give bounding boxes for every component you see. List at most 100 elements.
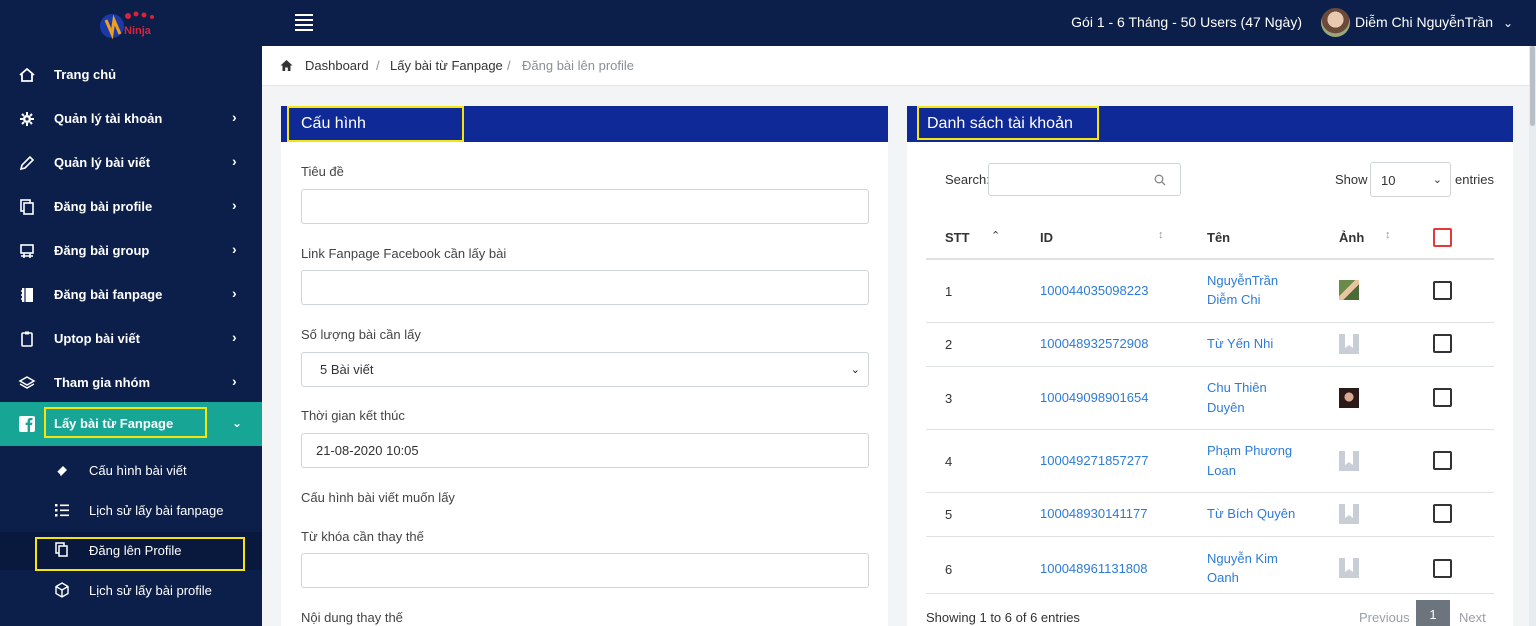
row-stt: 6 [945,562,953,577]
column-header-name[interactable]: Tên [1207,230,1230,245]
row-checkbox[interactable] [1433,388,1452,407]
row-name-link[interactable]: Từ Yến Nhi [1207,334,1273,353]
page-length-select[interactable]: 10 ⌄ [1370,162,1451,197]
row-id-link[interactable]: 100049098901654 [1040,388,1148,407]
home-icon [19,67,35,82]
sort-icon[interactable]: ↕ [1158,229,1164,241]
breadcrumb-current: Đăng bài lên profile [522,58,635,73]
accounts-panel-title: Danh sách tài khoản [927,115,1073,132]
fanpage-link-input[interactable] [301,270,869,305]
row-stt: 4 [945,454,953,469]
logo-text: Ninja [124,25,152,37]
sidebar-item-accounts[interactable]: Quản lý tài khoản › [0,97,262,141]
accounts-panel-header: Danh sách tài khoản [907,106,1513,142]
search-label: Search: [945,172,990,187]
page-length-value: 10 [1381,173,1396,188]
row-id-link[interactable]: 100049271857277 [1040,451,1148,470]
gear-icon [20,112,34,126]
column-header-avatar[interactable]: Ảnh [1339,230,1364,245]
scrollbar-thumb[interactable] [1530,46,1535,126]
row-id-link[interactable]: 100048932572908 [1040,334,1148,353]
row-name-link[interactable]: NguyễnTrần [1207,271,1278,290]
row-name-link[interactable]: Duyên [1207,398,1245,417]
chevron-down-icon: ⌄ [850,364,860,376]
sidebar-item-label: Quản lý bài viết [54,155,151,170]
row-checkbox[interactable] [1433,451,1452,470]
home-icon[interactable] [280,59,293,72]
row-name-link[interactable]: Loan [1207,461,1236,480]
sidebar-subitem-fanpage-history[interactable]: Lịch sử lấy bài fanpage [0,492,262,530]
sidebar-subitem-post-config[interactable]: Cấu hình bài viết [0,452,262,490]
title-input[interactable] [301,189,869,224]
row-stt: 1 [945,284,953,299]
post-count-select[interactable]: 5 Bài viết ⌄ [301,352,869,387]
row-checkbox[interactable] [1433,334,1452,353]
breadcrumb-dashboard[interactable]: Dashboard [305,58,369,73]
row-stt: 3 [945,391,953,406]
show-label: Show [1335,172,1368,187]
sidebar-item-label: Trang chủ [54,67,117,82]
row-name-link[interactable]: Chu Thiên [1207,378,1267,397]
sidebar-subitem-label: Cấu hình bài viết [89,463,187,478]
eraser-icon [56,466,67,476]
sidebar-item-label: Đăng bài profile [54,199,153,214]
layers-icon [18,376,36,389]
row-name-link[interactable]: Từ Bích Quyên [1207,504,1295,523]
sidebar-item-join-group[interactable]: Tham gia nhóm › [0,361,262,405]
copy-icon [55,542,68,557]
row-name-link[interactable]: Phạm Phương [1207,441,1292,460]
chevron-right-icon: › [232,285,237,301]
sidebar-subitem-profile-history[interactable]: Lịch sử lấy bài profile [0,572,262,610]
avatar-photo [1339,388,1359,408]
ninja-logo[interactable]: Ninja [98,6,168,40]
breadcrumb-parent[interactable]: Lấy bài từ Fanpage [390,58,503,73]
replace-keyword-input[interactable] [301,553,869,588]
row-name-link[interactable]: Nguyễn Kim [1207,549,1278,568]
row-name-link[interactable]: Oanh [1207,568,1239,587]
row-name-link[interactable]: Diễm Chi [1207,290,1260,309]
pencil-icon [19,155,35,171]
sidebar-item-label: Quản lý tài khoản [54,111,163,126]
page-scrollbar[interactable] [1529,46,1536,626]
search-input[interactable] [988,163,1181,196]
row-divider [926,593,1494,594]
row-checkbox[interactable] [1433,559,1452,578]
user-avatar[interactable] [1321,8,1350,37]
row-checkbox[interactable] [1433,504,1452,523]
end-time-input[interactable]: 21-08-2020 10:05 [301,433,869,468]
end-time-label: Thời gian kết thúc [301,408,405,423]
sidebar-subitem-post-profile[interactable]: Đăng lên Profile [0,532,262,570]
sort-icon[interactable]: ↕ [1385,229,1391,241]
pagination-page-1[interactable]: 1 [1416,600,1450,626]
row-id-link[interactable]: 100048961131808 [1040,559,1148,578]
row-checkbox[interactable] [1433,281,1452,300]
sidebar-item-uptop[interactable]: Uptop bài viết › [0,317,262,361]
sidebar-item-label: Đăng bài group [54,243,150,258]
row-id-link[interactable]: 100044035098223 [1040,281,1148,300]
menu-toggle-icon[interactable] [295,14,313,31]
column-header-id[interactable]: ID [1040,230,1053,245]
chevron-right-icon: › [232,329,237,345]
pagination-next[interactable]: Next [1459,610,1486,625]
chevron-down-icon[interactable]: ⌄ [1503,16,1513,30]
chevron-down-icon: ⌄ [232,416,243,430]
sidebar-item-post-fanpage[interactable]: Đăng bài fanpage › [0,273,262,317]
column-header-stt[interactable]: STT [945,230,970,245]
select-all-checkbox[interactable] [1433,228,1452,247]
avatar-placeholder-icon [1339,504,1359,524]
user-name[interactable]: Diễm Chi NguyễnTrần [1355,14,1493,30]
sidebar-item-home[interactable]: Trang chủ [0,53,262,97]
sidebar-item-post-profile[interactable]: Đăng bài profile › [0,185,262,229]
chevron-right-icon: › [232,197,237,213]
row-id-link[interactable]: 100048930141177 [1040,504,1148,523]
sidebar: Trang chủ Quản lý tài khoản › Quản lý bà… [0,46,262,626]
sidebar-item-fanpage-fetch[interactable]: Lấy bài từ Fanpage ⌄ [0,402,262,446]
table-info: Showing 1 to 6 of 6 entries [926,610,1080,625]
sidebar-item-label: Lấy bài từ Fanpage [54,416,174,431]
avatar-placeholder-icon [1339,334,1359,354]
sidebar-item-posts[interactable]: Quản lý bài viết › [0,141,262,185]
sidebar-subitem-label: Lịch sử lấy bài profile [89,583,212,598]
pagination-previous[interactable]: Previous [1359,610,1410,625]
sidebar-item-post-group[interactable]: Đăng bài group › [0,229,262,273]
sort-asc-icon[interactable]: ⌃ [991,229,1000,242]
